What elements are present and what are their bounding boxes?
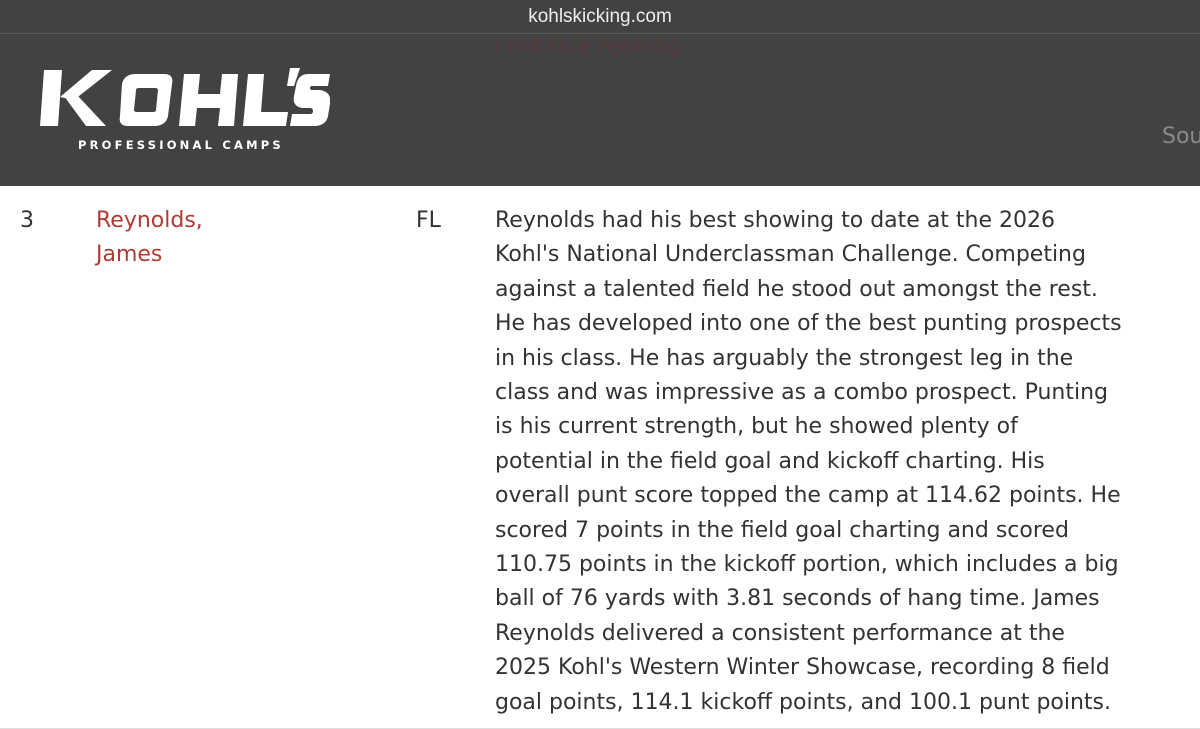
rank-cell: 3 [20, 208, 34, 233]
description-line: in his class. He has arguably the strong… [495, 345, 1074, 371]
description-line: Reynolds had his best showing to date at… [495, 208, 1056, 233]
logo-subtitle: PROFESSIONAL CAMPS [78, 138, 284, 152]
description-line: is his current strength, but he showed p… [495, 414, 1018, 440]
table-row: 3 Reynolds, James FL Reynolds had his bes… [0, 186, 1200, 729]
player-name-link[interactable]: Reynolds, James [96, 204, 246, 273]
kohls-wordmark-icon [40, 68, 330, 126]
description-line: ball of 76 yards with 3.81 seconds of ha… [495, 586, 1100, 612]
description-line: 2025 Kohl's Western Winter Showcase, rec… [495, 655, 1110, 681]
description-line: He has developed into one of the best pu… [495, 311, 1122, 337]
continue-reading-link[interactable]: continue reading [495, 34, 681, 59]
description-line: class and was impressive as a combo pros… [495, 380, 1108, 406]
description-cell: Reynolds had his best showing to date at… [495, 204, 1175, 720]
description-line: Reynolds delivered a consistent performa… [495, 620, 1065, 646]
description-line: overall punt score topped the camp at 11… [495, 483, 1121, 509]
description-line: potential in the field goal and kickoff … [495, 448, 1045, 474]
description-line: goal points, 114.1 kickoff points, and 1… [495, 689, 1111, 715]
nav-item-partial[interactable]: Sou [1162, 124, 1200, 149]
state-cell: FL [416, 208, 441, 233]
url-text[interactable]: kohlskicking.com [528, 6, 672, 28]
description-line: against a talented field he stood out am… [495, 276, 1098, 302]
description-line: Kohl's National Underclassman Challenge.… [495, 242, 1086, 268]
browser-url-bar[interactable]: kohlskicking.com [0, 0, 1200, 34]
description-line: scored 7 points in the field goal charti… [495, 517, 1069, 543]
kohls-logo[interactable]: PROFESSIONAL CAMPS [40, 64, 330, 164]
description-line: 110.75 points in the kickoff portion, wh… [495, 552, 1119, 578]
site-header: continue reading PROFESSIONAL CAMPS Sou [0, 34, 1200, 186]
